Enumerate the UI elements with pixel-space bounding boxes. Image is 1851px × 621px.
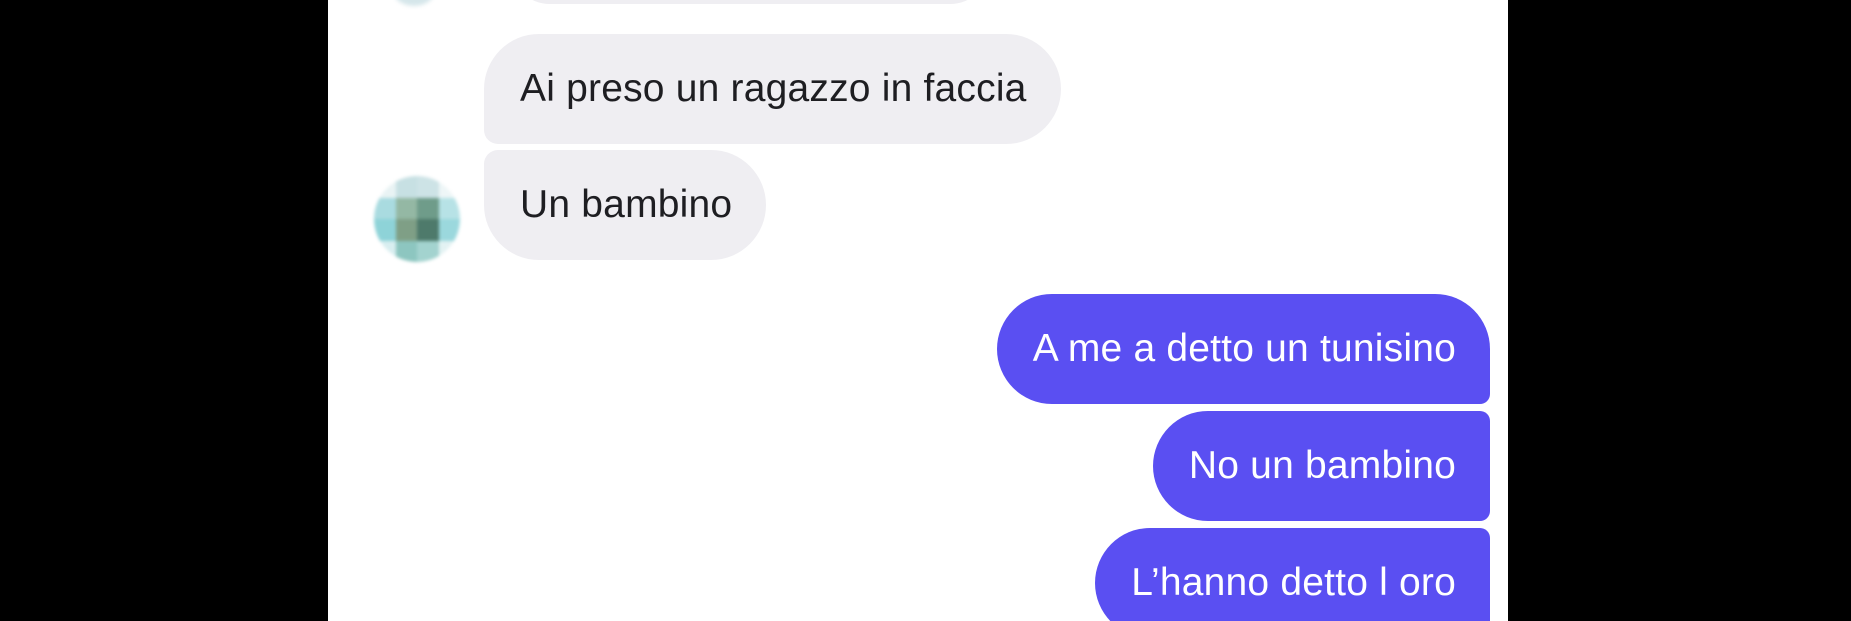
previous-message-bubble bbox=[510, 0, 990, 4]
outgoing-message-bubble[interactable]: L’hanno detto l oro bbox=[1095, 528, 1490, 621]
outgoing-message-bubble[interactable]: A me a detto un tunisino bbox=[996, 294, 1490, 404]
incoming-message-bubble[interactable]: Ai preso un ragazzo in faccia bbox=[484, 34, 1061, 144]
pixelated-avatar-icon[interactable] bbox=[374, 176, 460, 262]
message-text: A me a detto un tunisino bbox=[1032, 327, 1456, 370]
message-text: Ai preso un ragazzo in faccia bbox=[520, 67, 1027, 110]
previous-avatar-icon bbox=[394, 0, 434, 6]
message-text: No un bambino bbox=[1188, 444, 1456, 487]
incoming-message-bubble[interactable]: Un bambino bbox=[484, 150, 767, 260]
chat-panel: Ai preso un ragazzo in faccia Un bambino… bbox=[328, 0, 1508, 621]
message-text: Un bambino bbox=[520, 183, 733, 226]
message-text: L’hanno detto l oro bbox=[1131, 561, 1456, 604]
outgoing-message-bubble[interactable]: No un bambino bbox=[1152, 411, 1490, 521]
